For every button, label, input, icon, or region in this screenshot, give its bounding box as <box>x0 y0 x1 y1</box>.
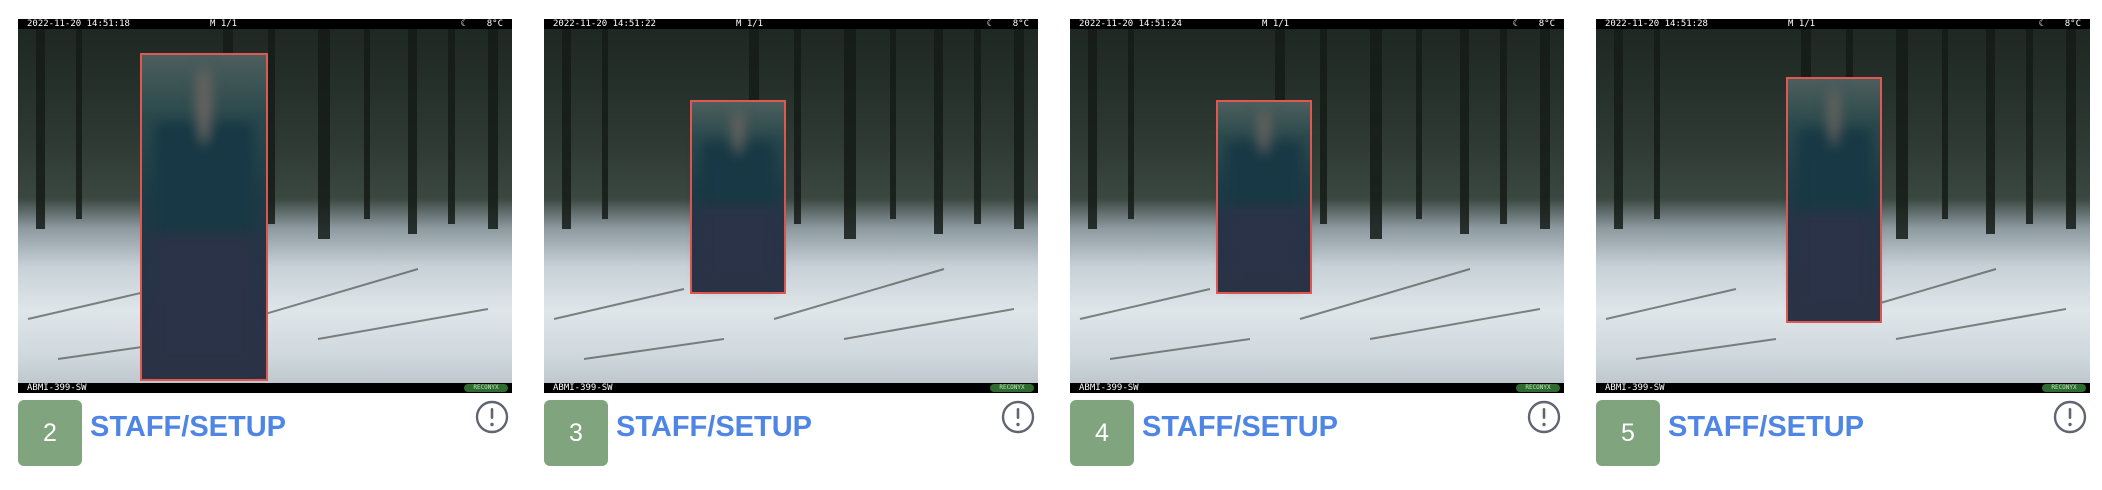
detection-bounding-box <box>690 100 786 294</box>
detection-bounding-box <box>140 53 268 381</box>
image-card: 2022-11-20 14:51:22 M 1/1 ☾ 8°C ABMI-399… <box>544 19 1038 469</box>
timestamp-text: 2022-11-20 14:51:22 <box>553 19 656 29</box>
detection-bounding-box <box>1216 100 1312 294</box>
camera-trap-photo[interactable]: 2022-11-20 14:51:18 M 1/1 ☾ 8°C ABMI-399… <box>18 19 512 393</box>
card-caption: 4 STAFF/SETUP <box>1070 400 1564 466</box>
brand-logo: RECONYX <box>1516 384 1560 392</box>
camera-trap-photo[interactable]: 2022-11-20 14:51:24 M 1/1 ☾ 8°C ABMI-399… <box>1070 19 1564 393</box>
photo-footer-bar: ABMI-399-SW RECONYX <box>544 383 1038 393</box>
brand-logo: RECONYX <box>2042 384 2086 392</box>
species-label[interactable]: STAFF/SETUP <box>1142 410 1338 444</box>
sequence-text: M 1/1 <box>1262 19 1290 29</box>
forest-scene <box>553 19 1024 360</box>
alert-circle-icon[interactable] <box>2053 400 2087 434</box>
camera-id-text: ABMI-399-SW <box>1605 383 1665 393</box>
camera-id-text: ABMI-399-SW <box>1079 383 1139 393</box>
temperature-text: 8°C <box>2064 19 2081 29</box>
image-index-badge[interactable]: 4 <box>1070 400 1134 466</box>
species-label[interactable]: STAFF/SETUP <box>90 410 286 444</box>
sequence-text: M 1/1 <box>736 19 764 29</box>
image-card: 2022-11-20 14:51:18 M 1/1 ☾ 8°C ABMI-399… <box>18 19 512 469</box>
photo-footer-bar: ABMI-399-SW RECONYX <box>18 383 512 393</box>
camera-id-text: ABMI-399-SW <box>27 383 87 393</box>
card-caption: 5 STAFF/SETUP <box>1596 400 2090 466</box>
camera-trap-photo[interactable]: 2022-11-20 14:51:28 M 1/1 ☾ 8°C ABMI-399… <box>1596 19 2090 393</box>
detection-bounding-box <box>1786 77 1882 323</box>
forest-scene <box>1079 19 1550 360</box>
image-card: 2022-11-20 14:51:24 M 1/1 ☾ 8°C ABMI-399… <box>1070 19 1564 469</box>
timestamp-text: 2022-11-20 14:51:28 <box>1605 19 1708 29</box>
photo-info-bar: 2022-11-20 14:51:18 M 1/1 ☾ 8°C <box>18 19 512 29</box>
brand-logo: RECONYX <box>464 384 508 392</box>
moon-phase-icon: ☾ <box>986 19 992 29</box>
alert-circle-icon[interactable] <box>1527 400 1561 434</box>
moon-phase-icon: ☾ <box>1512 19 1518 29</box>
species-label[interactable]: STAFF/SETUP <box>616 410 812 444</box>
timestamp-text: 2022-11-20 14:51:18 <box>27 19 130 29</box>
timestamp-text: 2022-11-20 14:51:24 <box>1079 19 1182 29</box>
species-label[interactable]: STAFF/SETUP <box>1668 410 1864 444</box>
photo-footer-bar: ABMI-399-SW RECONYX <box>1596 383 2090 393</box>
temperature-text: 8°C <box>1012 19 1029 29</box>
image-index-badge[interactable]: 2 <box>18 400 82 466</box>
photo-info-bar: 2022-11-20 14:51:24 M 1/1 ☾ 8°C <box>1070 19 1564 29</box>
photo-info-bar: 2022-11-20 14:51:22 M 1/1 ☾ 8°C <box>544 19 1038 29</box>
moon-phase-icon: ☾ <box>2038 19 2044 29</box>
card-caption: 3 STAFF/SETUP <box>544 400 1038 466</box>
camera-id-text: ABMI-399-SW <box>553 383 613 393</box>
image-index-badge[interactable]: 5 <box>1596 400 1660 466</box>
moon-phase-icon: ☾ <box>460 19 466 29</box>
image-card: 2022-11-20 14:51:28 M 1/1 ☾ 8°C ABMI-399… <box>1596 19 2090 469</box>
temperature-text: 8°C <box>486 19 503 29</box>
alert-circle-icon[interactable] <box>475 400 509 434</box>
image-index-badge[interactable]: 3 <box>544 400 608 466</box>
sequence-text: M 1/1 <box>1788 19 1816 29</box>
card-caption: 2 STAFF/SETUP <box>18 400 512 466</box>
camera-trap-photo[interactable]: 2022-11-20 14:51:22 M 1/1 ☾ 8°C ABMI-399… <box>544 19 1038 393</box>
alert-circle-icon[interactable] <box>1001 400 1035 434</box>
image-grid: 2022-11-20 14:51:18 M 1/1 ☾ 8°C ABMI-399… <box>0 0 2102 490</box>
sequence-text: M 1/1 <box>210 19 238 29</box>
photo-info-bar: 2022-11-20 14:51:28 M 1/1 ☾ 8°C <box>1596 19 2090 29</box>
photo-footer-bar: ABMI-399-SW RECONYX <box>1070 383 1564 393</box>
brand-logo: RECONYX <box>990 384 1034 392</box>
temperature-text: 8°C <box>1538 19 1555 29</box>
